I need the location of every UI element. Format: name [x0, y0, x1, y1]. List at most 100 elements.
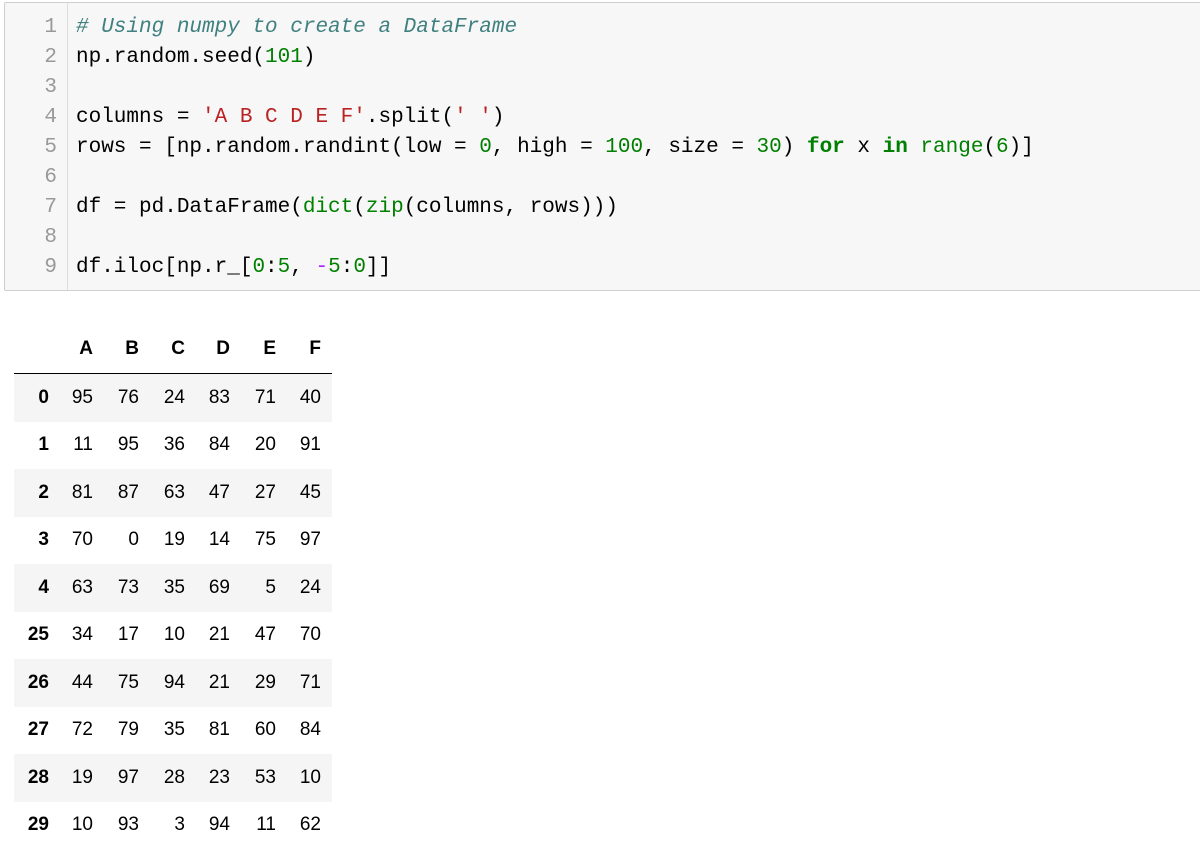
column-header: D [185, 325, 230, 374]
code-keyword: for [806, 136, 845, 159]
index-header [14, 325, 52, 374]
table-cell: 10 [299, 766, 321, 788]
table-cell: 97 [117, 766, 139, 788]
code-number: 5 [277, 256, 291, 279]
code-token: )] [1008, 136, 1034, 159]
table-cell: 63 [163, 481, 185, 503]
line-number: 4 [44, 106, 57, 129]
code-number: 6 [996, 136, 1009, 159]
code-token: np.random.seed( [76, 46, 266, 69]
code-keyword: in [882, 136, 908, 159]
code-token: : [340, 256, 354, 279]
table-cell: 29 [254, 671, 276, 693]
table-cell: 23 [208, 766, 230, 788]
table-cell: 95 [71, 386, 93, 408]
row-index: 1 [38, 434, 49, 456]
table-cell: 47 [208, 481, 230, 503]
table-row: 26 44 75 94 21 29 71 [14, 659, 332, 707]
code-number: 30 [756, 136, 782, 159]
row-index: 3 [38, 529, 49, 551]
table-cell: 81 [208, 719, 230, 741]
table-cell: 71 [299, 671, 321, 693]
code-token: ]] [365, 256, 392, 279]
code-comment: # Using numpy to create a DataFrame [76, 16, 518, 39]
line-number: 7 [44, 196, 57, 219]
table-row: 4 63 73 35 69 5 24 [14, 564, 332, 612]
code-line-2[interactable]: np.random.seed(101) [76, 43, 315, 73]
table-cell: 14 [208, 529, 230, 551]
code-token: df = pd.DataFrame( [76, 196, 303, 219]
table-cell: 73 [117, 576, 139, 598]
table-cell: 10 [71, 814, 93, 836]
code-number: 0 [252, 256, 266, 279]
table-cell: 70 [71, 529, 93, 551]
table-cell: 19 [71, 766, 93, 788]
table-cell: 11 [73, 434, 93, 456]
row-index: 26 [27, 671, 49, 693]
code-cell[interactable]: 1 2 3 4 5 6 7 8 9 # Using numpy to creat… [4, 2, 1200, 291]
code-line-4[interactable]: columns = 'A B C D E F'.split(' ') [76, 103, 505, 133]
row-index: 29 [27, 814, 49, 836]
table-row: 25 34 17 10 21 47 70 [14, 612, 332, 660]
code-line-5[interactable]: rows = [np.random.randint(low = 0, high … [76, 133, 1034, 163]
line-number-gutter: 1 2 3 4 5 6 7 8 9 [5, 3, 68, 290]
code-token: ) [302, 46, 316, 69]
row-index: 2 [38, 481, 49, 503]
table-header-row: A B C D E F [14, 325, 332, 374]
column-header: B [93, 325, 139, 374]
dataframe-output: A B C D E F 0 95 76 24 83 71 40 1 11 95 36 84 20 91 2 8… [14, 325, 332, 849]
code-builtin: range [920, 136, 984, 159]
table-cell: 10 [163, 624, 185, 646]
table-cell: 83 [208, 386, 230, 408]
table-cell: 84 [299, 719, 321, 741]
table-cell: 91 [299, 434, 321, 456]
table-row: 29 10 93 3 94 11 62 [14, 802, 332, 850]
code-line-9[interactable]: df.iloc[np.r_[0:5, -5:0]] [76, 253, 391, 283]
code-token: ) [781, 136, 807, 159]
line-number: 2 [44, 46, 57, 69]
table-cell: 0 [128, 529, 139, 551]
code-number: 5 [328, 256, 341, 279]
table-row: 1 11 95 36 84 20 91 [14, 422, 332, 470]
table-cell: 71 [254, 386, 276, 408]
code-line-7[interactable]: df = pd.DataFrame(dict(zip(columns, rows… [76, 193, 618, 223]
table-cell: 79 [117, 719, 139, 741]
code-string: 'A B C D E F' [202, 106, 366, 129]
table-row: 3 70 0 19 14 75 97 [14, 517, 332, 565]
column-header: F [276, 325, 332, 374]
table-cell: 94 [163, 671, 185, 693]
table-cell: 69 [208, 576, 230, 598]
table-cell: 21 [208, 624, 230, 646]
column-header: A [52, 325, 93, 374]
table-row: 2 81 87 63 47 27 45 [14, 469, 332, 517]
table-cell: 72 [71, 719, 93, 741]
table-cell: 35 [163, 719, 185, 741]
code-line-1[interactable]: # Using numpy to create a DataFrame [76, 13, 517, 43]
table-cell: 62 [299, 814, 321, 836]
code-token: ( [353, 196, 366, 219]
table-cell: 45 [299, 481, 321, 503]
row-index: 28 [27, 766, 49, 788]
table-row: 0 95 76 24 83 71 40 [14, 373, 332, 422]
code-number: 100 [605, 136, 644, 159]
line-number: 8 [44, 226, 57, 249]
code-token: , high = [491, 136, 606, 159]
table-cell: 95 [117, 434, 139, 456]
table-cell: 24 [299, 576, 321, 598]
code-token: , size = [643, 136, 757, 159]
row-index: 25 [27, 624, 49, 646]
table-cell: 11 [256, 814, 276, 836]
table-cell: 36 [163, 434, 185, 456]
line-number: 5 [44, 136, 57, 159]
table-cell: 19 [163, 529, 185, 551]
table-cell: 5 [265, 576, 276, 598]
code-token: rows = [np.random.randint(low = [76, 136, 480, 159]
code-operator: - [315, 256, 329, 279]
code-token: .split( [365, 106, 455, 129]
code-token: columns = [76, 106, 203, 129]
row-index: 0 [38, 386, 49, 408]
table-cell: 28 [163, 766, 185, 788]
table-row: 27 72 79 35 81 60 84 [14, 707, 332, 755]
table-cell: 84 [208, 434, 230, 456]
table-cell: 34 [71, 624, 93, 646]
